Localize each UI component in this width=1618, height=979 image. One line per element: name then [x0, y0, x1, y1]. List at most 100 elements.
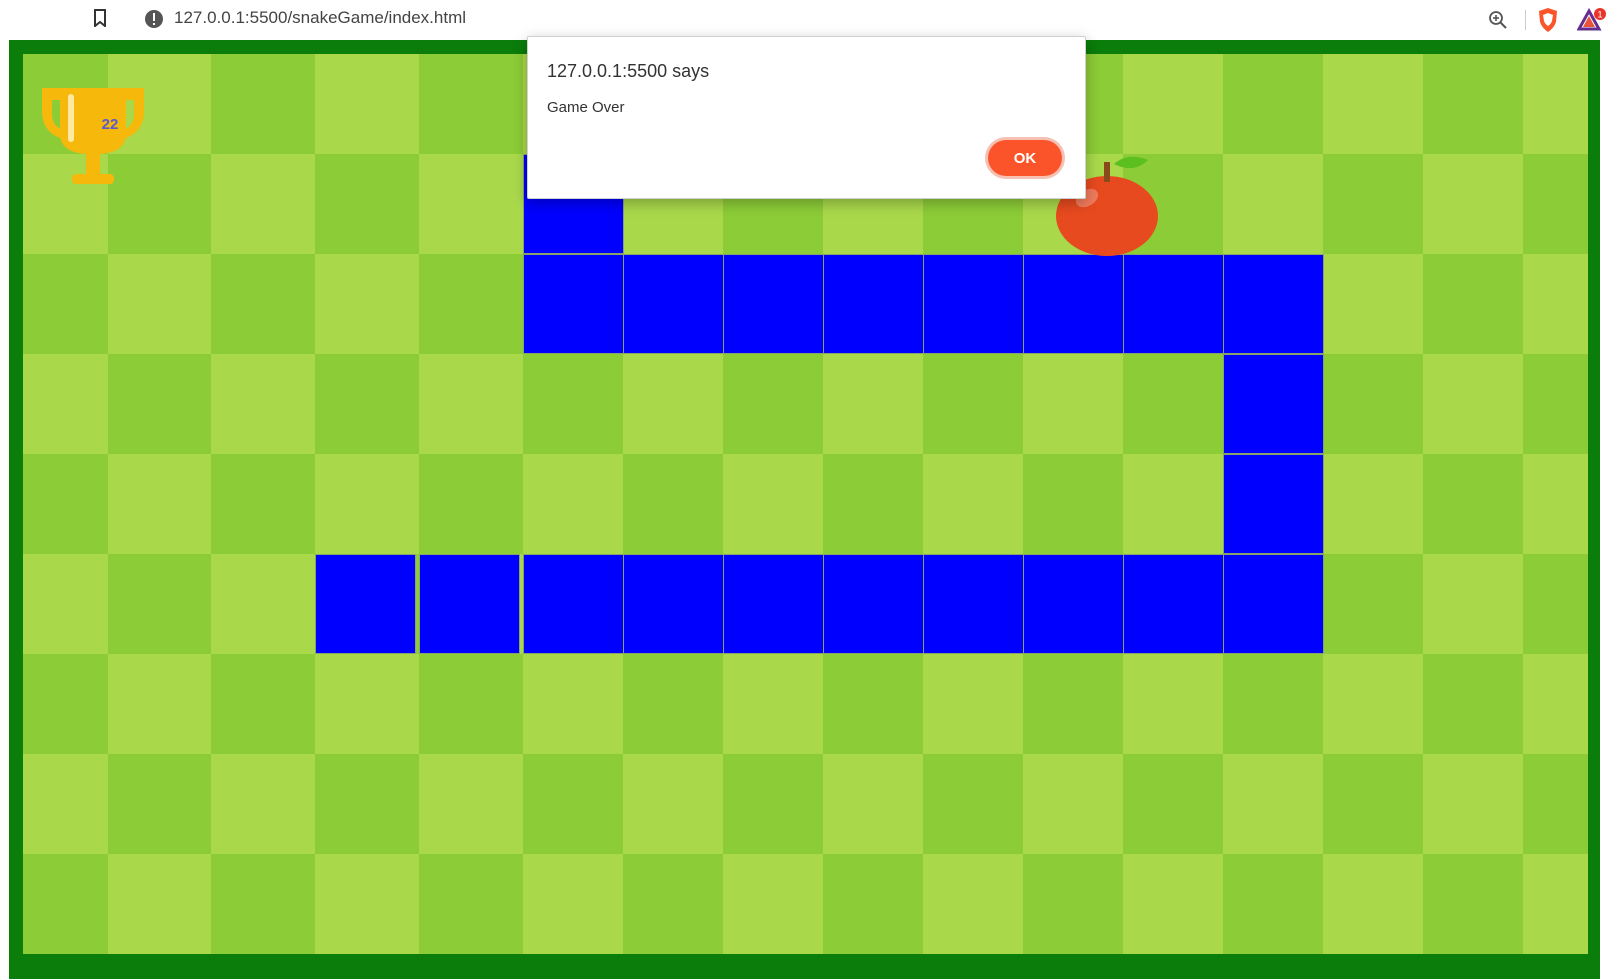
board-tile [108, 654, 211, 754]
board-tile [211, 254, 315, 354]
score-value: 22 [101, 116, 119, 133]
board-tile [923, 654, 1023, 754]
board-tile [211, 54, 315, 154]
snake-segment [1223, 554, 1324, 654]
board-tile [23, 454, 108, 554]
board-tile [923, 854, 1023, 954]
rewards-badge: 1 [1597, 10, 1602, 20]
board-tile [723, 854, 823, 954]
board-tile [1323, 854, 1423, 954]
board-tile [1323, 654, 1423, 754]
url-text[interactable]: 127.0.0.1:5500/snakeGame/index.html [174, 8, 466, 28]
board-tile [1023, 454, 1123, 554]
snake-segment [419, 554, 520, 654]
board-tile [211, 754, 315, 854]
board-tile [1123, 854, 1223, 954]
snake-segment [623, 254, 724, 354]
board-tile [315, 454, 419, 554]
board-tile [1323, 754, 1423, 854]
board-tile [823, 454, 923, 554]
snake-segment [1123, 554, 1224, 654]
snake-segment [923, 254, 1024, 354]
snake-segment [723, 254, 824, 354]
board-tile [108, 854, 211, 954]
board-tile [1123, 54, 1223, 154]
board-tile [723, 354, 823, 454]
board-tile [23, 654, 108, 754]
brave-shield-icon[interactable] [1537, 7, 1559, 33]
snake-segment [823, 554, 924, 654]
ok-button[interactable]: OK [988, 140, 1062, 176]
board-tile [315, 854, 419, 954]
board-tile [211, 654, 315, 754]
browser-toolbar: 127.0.0.1:5500/snakeGame/index.html 1 [0, 0, 1618, 40]
board-tile [1323, 254, 1423, 354]
board-tile [923, 354, 1023, 454]
board-tile [1323, 454, 1423, 554]
board-tile [1223, 854, 1323, 954]
board-tile [823, 854, 923, 954]
board-tile [108, 754, 211, 854]
brave-rewards-icon[interactable]: 1 [1577, 8, 1607, 32]
dialog-message: Game Over [547, 99, 625, 116]
board-tile [1323, 354, 1423, 454]
board-tile [1123, 354, 1223, 454]
board-tile [419, 454, 523, 554]
board-tile [1323, 154, 1423, 254]
board-tile [1023, 354, 1123, 454]
board-tile [419, 754, 523, 854]
board-tile [1423, 854, 1523, 954]
board-tile [315, 54, 419, 154]
board-tile [1123, 654, 1223, 754]
board-tile [23, 754, 108, 854]
board-tile [108, 254, 211, 354]
board-tile [211, 154, 315, 254]
board-tile [315, 254, 419, 354]
board-tile [623, 754, 723, 854]
board-tile [419, 154, 523, 254]
board-tile [315, 654, 419, 754]
board-tile [823, 654, 923, 754]
board-tile [1223, 54, 1323, 154]
board-tile [1423, 154, 1523, 254]
board-tile [923, 754, 1023, 854]
board-tile [1023, 754, 1123, 854]
board-tile [1423, 54, 1523, 154]
snake-segment [523, 254, 624, 354]
zoom-icon[interactable] [1488, 10, 1508, 30]
board-tile [1223, 654, 1323, 754]
bookmark-icon[interactable] [92, 9, 108, 27]
board-tile [823, 754, 923, 854]
snake-segment [1123, 254, 1224, 354]
snake-segment [1223, 354, 1324, 454]
board-tile [1523, 754, 1588, 854]
address-bar[interactable]: 127.0.0.1:5500/snakeGame/index.html 1 [130, 2, 1606, 36]
board-tile [108, 554, 211, 654]
board-tile [1423, 254, 1523, 354]
board-tile [1523, 554, 1588, 654]
dialog-title: 127.0.0.1:5500 says [547, 61, 710, 81]
board-tile [523, 754, 623, 854]
board-tile [108, 454, 211, 554]
board-tile [1523, 154, 1588, 254]
board-tile [1523, 654, 1588, 754]
board-tile [108, 354, 211, 454]
board-tile [211, 554, 315, 654]
board-tile [623, 354, 723, 454]
board-tile [1523, 854, 1588, 954]
board-tile [419, 354, 523, 454]
board-tile [1423, 654, 1523, 754]
snake-segment [1223, 254, 1324, 354]
snake-segment [723, 554, 824, 654]
snake-segment [315, 554, 416, 654]
board-tile [23, 354, 108, 454]
site-info-icon[interactable] [144, 9, 164, 29]
board-tile [1523, 454, 1588, 554]
snake-segment [623, 554, 724, 654]
alert-dialog: 127.0.0.1:5500 says Game Over OK [527, 36, 1086, 199]
board-tile [1223, 154, 1323, 254]
board-tile [23, 554, 108, 654]
board-tile [315, 354, 419, 454]
snake-segment [823, 254, 924, 354]
board-tile [623, 454, 723, 554]
